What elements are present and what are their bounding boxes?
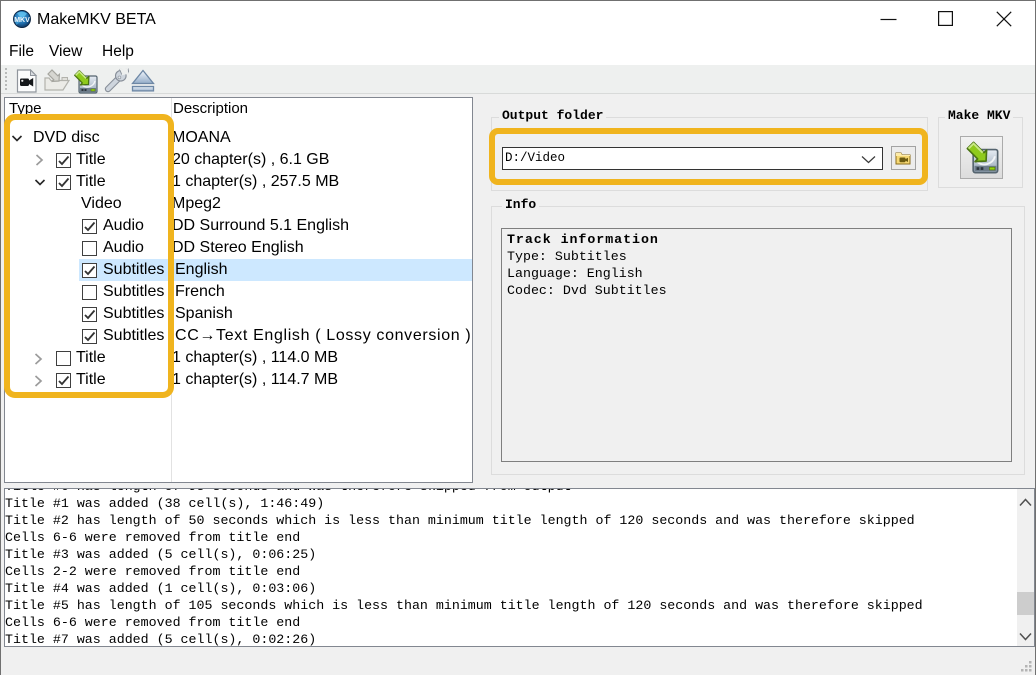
svg-text:MKV: MKV — [14, 17, 30, 24]
